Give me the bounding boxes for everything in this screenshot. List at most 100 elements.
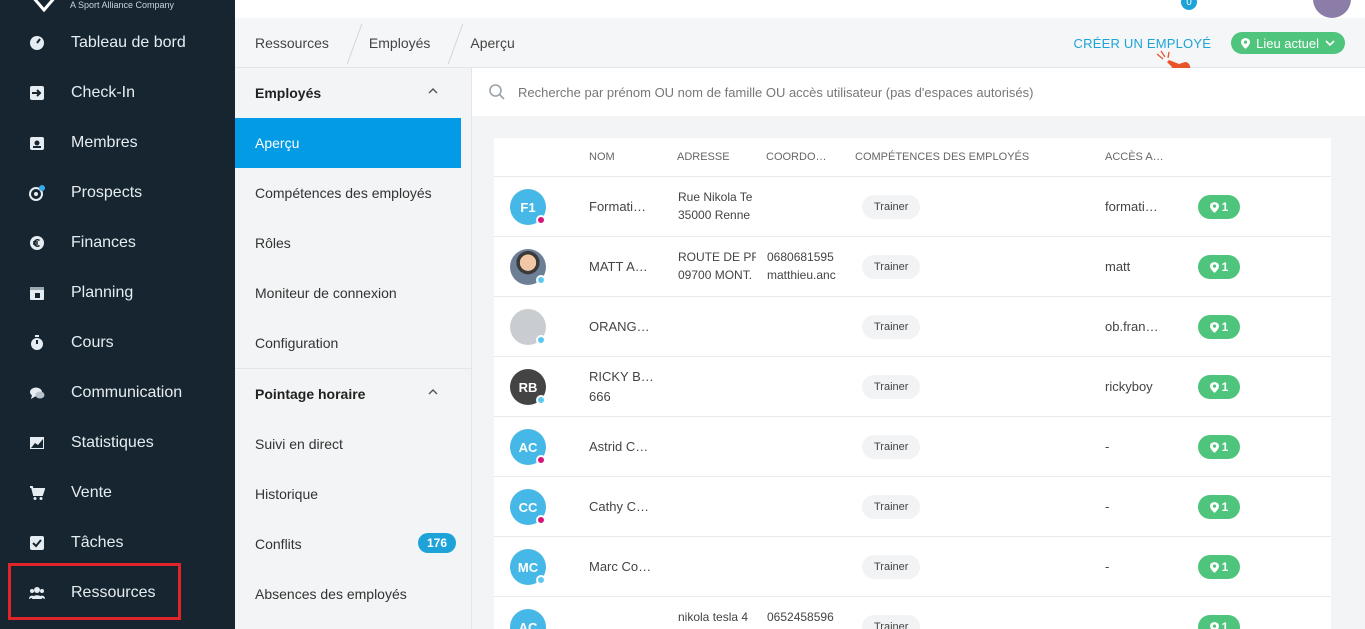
table-row[interactable]: AC Astrid C… Trainer - 1: [494, 417, 1331, 477]
column-header-name[interactable]: NOM: [589, 151, 615, 163]
subnav-item-label: Conflits: [255, 536, 302, 552]
breadcrumb-resources[interactable]: Ressources: [235, 18, 349, 68]
user-access: formati…: [1105, 199, 1158, 214]
employee-name[interactable]: MATT A…: [589, 259, 669, 274]
sidebar-item-tasks[interactable]: Tâches: [0, 518, 235, 568]
map-pin-icon: [1209, 561, 1219, 573]
avatar-initials: RB: [518, 379, 538, 395]
subnav-section-time-tracking[interactable]: Pointage horaire: [235, 368, 472, 418]
chevron-up-icon: [428, 88, 438, 94]
breadcrumb-overview: Aperçu: [470, 34, 515, 51]
sidebar-item-resources[interactable]: Ressources: [0, 568, 235, 618]
employee-name[interactable]: ORANG…: [589, 319, 669, 334]
table-row[interactable]: CC Cathy C… Trainer - 1: [494, 477, 1331, 537]
status-dot: [536, 335, 546, 345]
address-line-1: ROUTE DE PF: [678, 250, 756, 264]
table-row[interactable]: ORANG… Trainer ob.fran… 1: [494, 297, 1331, 357]
subnav-item-roles[interactable]: Rôles: [235, 218, 472, 268]
sidebar-item-members[interactable]: Membres: [0, 118, 235, 168]
sidebar-item-courses[interactable]: Cours: [0, 318, 235, 368]
subnav-item-skills[interactable]: Compétences des employés: [235, 168, 472, 218]
locations-pill[interactable]: 1: [1198, 195, 1240, 219]
employee-name[interactable]: Formati…: [589, 199, 669, 214]
create-employee-link[interactable]: CRÉER UN EMPLOYÉ: [1074, 36, 1212, 51]
subnav-section-employees[interactable]: Employés: [235, 68, 472, 118]
subnav-item-overview[interactable]: Aperçu: [235, 118, 461, 168]
sidebar-item-sales[interactable]: Vente: [0, 468, 235, 518]
topbar-actions: CRÉER UN EMPLOYÉ Lieu actuel: [1074, 18, 1345, 68]
contact-line-1: 0680681595: [767, 250, 834, 264]
column-header-address[interactable]: ADRESSE: [677, 151, 730, 163]
locations-count: 1: [1221, 200, 1229, 214]
locations-count: 1: [1221, 440, 1229, 454]
address-line-2: 35000 Renne: [678, 208, 751, 222]
employee-name[interactable]: RICKY B…: [589, 369, 669, 384]
sidebar-item-label: Planning: [71, 284, 134, 301]
subnav-item-configuration[interactable]: Configuration: [235, 318, 472, 368]
locations-pill[interactable]: 1: [1198, 315, 1240, 339]
sidebar-item-dashboard[interactable]: Tableau de bord: [0, 18, 235, 68]
subnav-section-label: Pointage horaire: [255, 385, 366, 402]
sidebar-item-planning[interactable]: Planning: [0, 268, 235, 318]
status-dot: [536, 215, 546, 225]
sidebar-item-finances[interactable]: Finances: [0, 218, 235, 268]
avatar-initials: MC: [517, 559, 539, 575]
user-avatar[interactable]: [1313, 0, 1351, 18]
avatar-initials: CC: [518, 499, 538, 515]
notification-badge[interactable]: 0: [1181, 0, 1197, 10]
locations-count: 1: [1221, 380, 1229, 394]
employee-name[interactable]: Cathy C…: [589, 499, 669, 514]
status-dot: [536, 275, 546, 285]
map-pin-icon: [1209, 501, 1219, 513]
subnav-item-login-monitor[interactable]: Moniteur de connexion: [235, 268, 472, 318]
employee-name[interactable]: Astrid C…: [589, 439, 669, 454]
avatar-initials: AC: [518, 619, 538, 629]
table-row[interactable]: RB RICKY B… 666 Trainer rickyboy 1: [494, 357, 1331, 417]
locations-pill[interactable]: 1: [1198, 435, 1240, 459]
user-access: rickyboy: [1105, 379, 1153, 394]
locations-pill[interactable]: 1: [1198, 495, 1240, 519]
subnav-item-conflicts[interactable]: Conflits 176: [235, 519, 472, 569]
sidebar-item-communication[interactable]: Communication: [0, 368, 235, 418]
breadcrumb-employees[interactable]: Employés: [349, 18, 450, 68]
location-dropdown[interactable]: Lieu actuel: [1231, 32, 1345, 54]
subnav-item-live-tracking[interactable]: Suivi en direct: [235, 419, 472, 469]
conflicts-count-badge: 176: [417, 533, 456, 553]
column-header-skills[interactable]: COMPÉTENCES DES EMPLOYÉS: [855, 151, 1029, 163]
topbar: Ressources Employés Aperçu CRÉER UN EMPL…: [235, 18, 1365, 68]
avatar[interactable]: AC: [510, 609, 546, 629]
main-sidebar: A Sport Alliance Company Tableau de bord…: [0, 0, 235, 629]
sidebar-item-label: Cours: [71, 334, 114, 351]
sidebar-item-label: Statistiques: [71, 434, 154, 451]
locations-pill[interactable]: 1: [1198, 255, 1240, 279]
subnav-item-absences[interactable]: Absences des employés: [235, 569, 472, 619]
table-row[interactable]: MC Marc Co… Trainer - 1: [494, 537, 1331, 597]
avatar-initials: AC: [518, 439, 538, 455]
table-row[interactable]: MATT A… ROUTE DE PF 09700 MONT. 0680681595 m…: [494, 237, 1331, 297]
contact-line-2: matthieu.anc: [767, 268, 836, 282]
employee-name[interactable]: Marc Co…: [589, 559, 669, 574]
table-header: NOM ADRESSE COORDO… COMPÉTENCES DES EMPL…: [494, 138, 1331, 177]
sidebar-item-label: Vente: [71, 484, 112, 501]
brand-logo-icon: [33, 0, 55, 12]
sidebar-item-check-in[interactable]: Check-In: [0, 68, 235, 118]
locations-pill[interactable]: 1: [1198, 615, 1240, 629]
column-header-contact[interactable]: COORDO…: [766, 151, 827, 163]
subnav-item-history[interactable]: Historique: [235, 469, 472, 519]
column-header-access[interactable]: ACCÈS A…: [1105, 151, 1164, 163]
calendar-icon: [28, 284, 46, 302]
user-access: matt: [1105, 259, 1131, 274]
locations-pill[interactable]: 1: [1198, 375, 1240, 399]
skill-badge: Trainer: [862, 195, 921, 219]
map-pin-icon: [1209, 201, 1219, 213]
skill-badge: Trainer: [862, 315, 921, 339]
search-input[interactable]: [518, 84, 1318, 100]
table-row[interactable]: AC nikola tesla 4 0652458596 Trainer 1: [494, 597, 1331, 629]
sidebar-item-prospects[interactable]: Prospects: [0, 168, 235, 218]
locations-pill[interactable]: 1: [1198, 555, 1240, 579]
status-dot: [536, 455, 546, 465]
search-bar: [472, 68, 1365, 116]
map-pin-icon: [1209, 621, 1219, 629]
table-row[interactable]: F1 Formati… Rue Nikola Te 35000 Renne Traine…: [494, 177, 1331, 237]
sidebar-item-statistics[interactable]: Statistiques: [0, 418, 235, 468]
